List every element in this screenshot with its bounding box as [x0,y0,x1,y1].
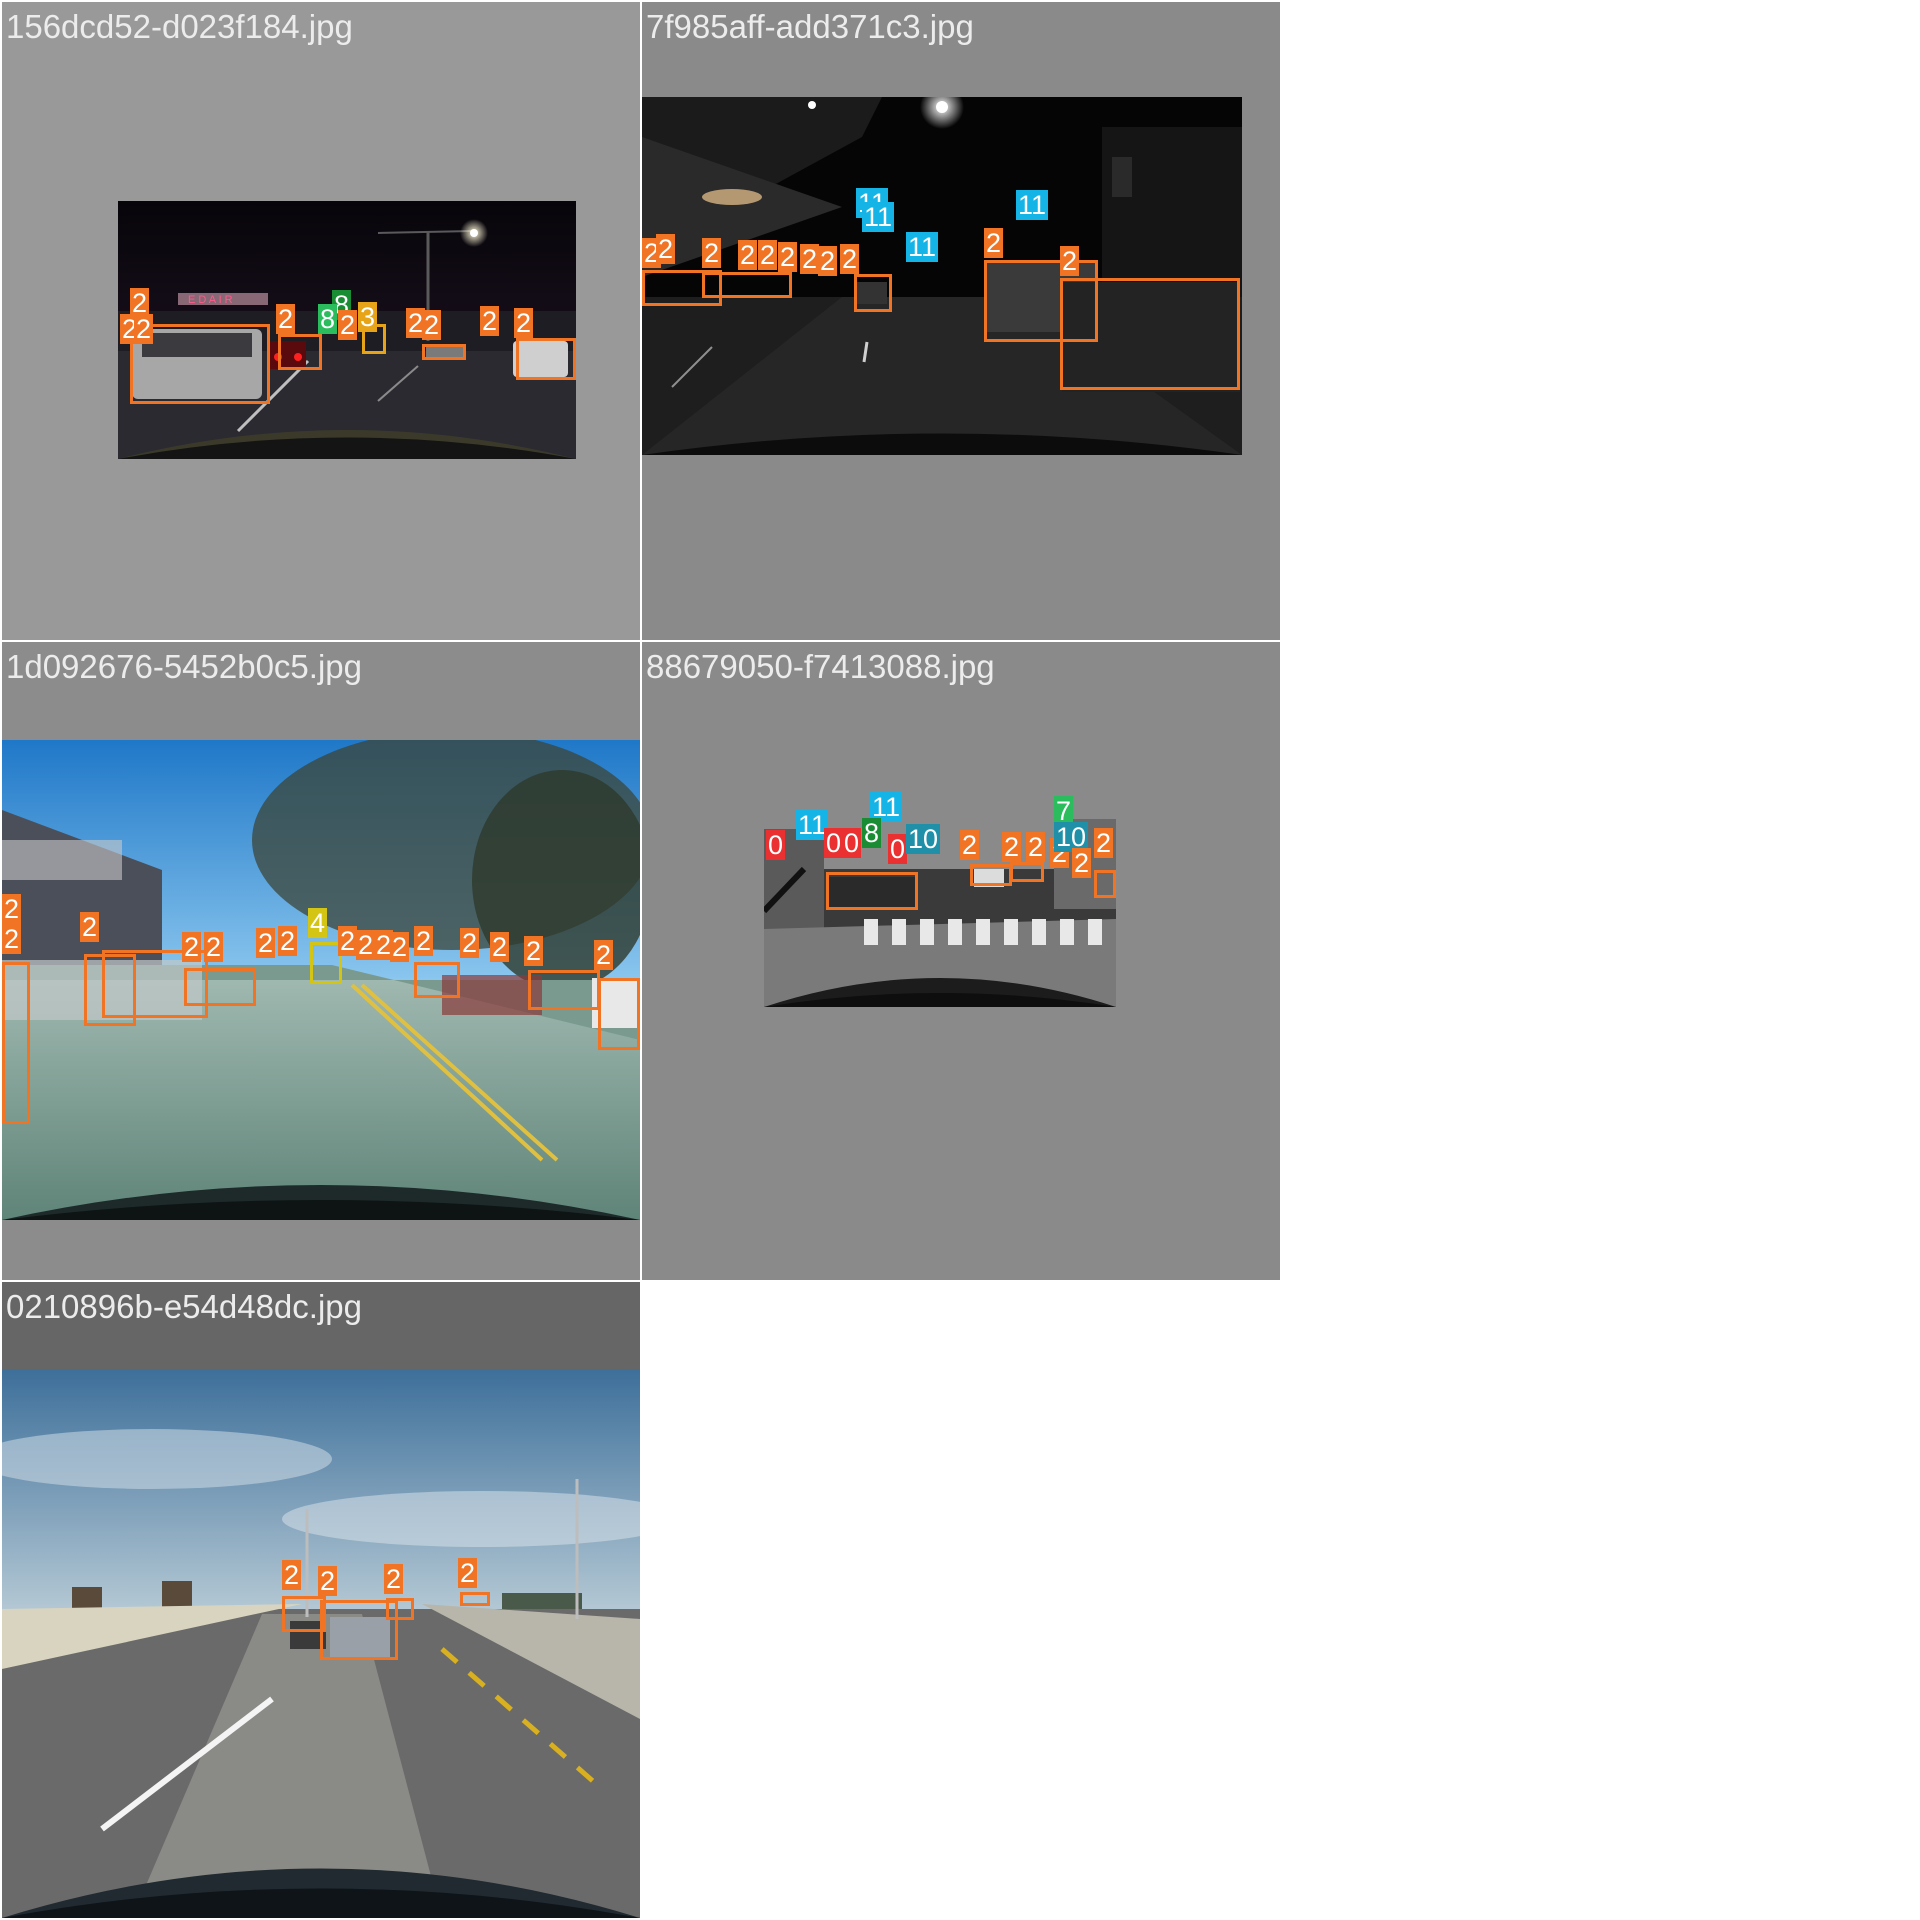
detection-label: 2 [414,926,434,956]
detection-label: 2 [278,926,298,956]
detection-label: 2 [2,924,22,954]
detection-box [1060,278,1240,390]
detection-label: 2 [338,926,358,956]
detection-label: 2 [384,1564,404,1594]
detection-label: 2 [524,936,544,966]
detection-label: 2 [2,894,22,924]
detection-label: 2 [390,932,410,962]
detection-box [1094,870,1116,898]
detection-label: 2 [960,830,980,860]
image-tile: 0210896b-e54d48dc.jpg 2 2 2 2 [2,1282,640,1918]
detection-box [184,968,256,1006]
detection-box [1010,862,1044,882]
detection-label: 2 [256,928,276,958]
detection-label: 2 [282,1560,302,1590]
detection-box [528,970,600,1010]
detection-label: 2 [276,304,296,334]
detection-label: 2 [80,912,100,942]
detection-box [702,272,792,298]
svg-text:E D A I R: E D A I R [188,294,233,306]
image-filename: 156dcd52-d023f184.jpg [6,8,353,45]
detection-label: 2 [318,1566,338,1596]
image-filename: 0210896b-e54d48dc.jpg [6,1288,362,1325]
image-tile: 1d092676-5452b0c5.jpg 2 2 2 2 2 2 2 4 2 … [2,642,640,1280]
detection-label: 2 [656,234,676,264]
detection-label: 0 [766,830,786,860]
detection-label: 2 [738,240,758,270]
image-tile: 88679050-f7413088.jpg 11 11 0 0 0 8 0 10… [642,642,1280,1280]
detection-label: 2 [460,928,480,958]
detection-label: 2 [1060,246,1080,276]
detection-label: 8 [318,304,338,334]
detection-label: 2 [1002,832,1022,862]
image-tile: 7f985aff-add371c3.jpg 2 2 2 2 2 2 2 2 2 … [642,2,1280,640]
detection-label: 2 [458,1558,478,1588]
detection-box [278,334,322,370]
detection-label: 0 [824,828,844,858]
detection-label: 2 [840,244,860,274]
detection-label: 2 [1026,832,1046,862]
detection-box [826,872,918,910]
detection-label: 11 [862,202,895,232]
detection-label: 2 [818,246,838,276]
image-filename: 1d092676-5452b0c5.jpg [6,648,362,685]
detection-label: 2 [204,932,224,962]
detection-label: 4 [308,908,328,938]
detection-label: 2 [1094,828,1114,858]
detection-label: 2 [758,240,778,270]
detection-label: 2 [800,244,820,274]
detection-label: 2 [778,242,798,272]
detection-box [854,274,892,312]
detection-label: 2 [490,932,510,962]
detection-label: 2 [984,228,1004,258]
detection-box [460,1592,490,1606]
detection-label: 2 [422,310,442,340]
detection-label: 2 [702,238,722,268]
detection-label: 2 [1072,848,1092,878]
detection-label: 0 [842,828,862,858]
image-filename: 88679050-f7413088.jpg [646,648,995,685]
detection-box [598,978,640,1050]
detection-label: 2 [338,310,358,340]
image-tile: 156dcd52-d023f184.jpg E D A I R 2 2 2 2 … [2,2,640,640]
detection-label: 3 [358,302,378,332]
detection-label: 10 [906,824,941,854]
detection-label: 2 [356,930,376,960]
detection-box [386,1598,414,1620]
detection-label: 2 [480,306,500,336]
detection-box [970,864,1012,886]
image-filename: 7f985aff-add371c3.jpg [646,8,974,45]
detection-box [414,962,460,998]
detection-label: 11 [906,232,939,262]
detection-label: 11 [1016,190,1049,220]
detection-label: 2 [514,308,534,338]
detection-box [2,962,30,1124]
detection-label: 2 [182,932,202,962]
detection-label: 2 [594,940,614,970]
detection-label: 0 [888,834,908,864]
detection-label: 2 [134,314,154,344]
detection-box [516,338,576,380]
detection-label: 8 [862,818,882,848]
detection-box [422,344,466,360]
